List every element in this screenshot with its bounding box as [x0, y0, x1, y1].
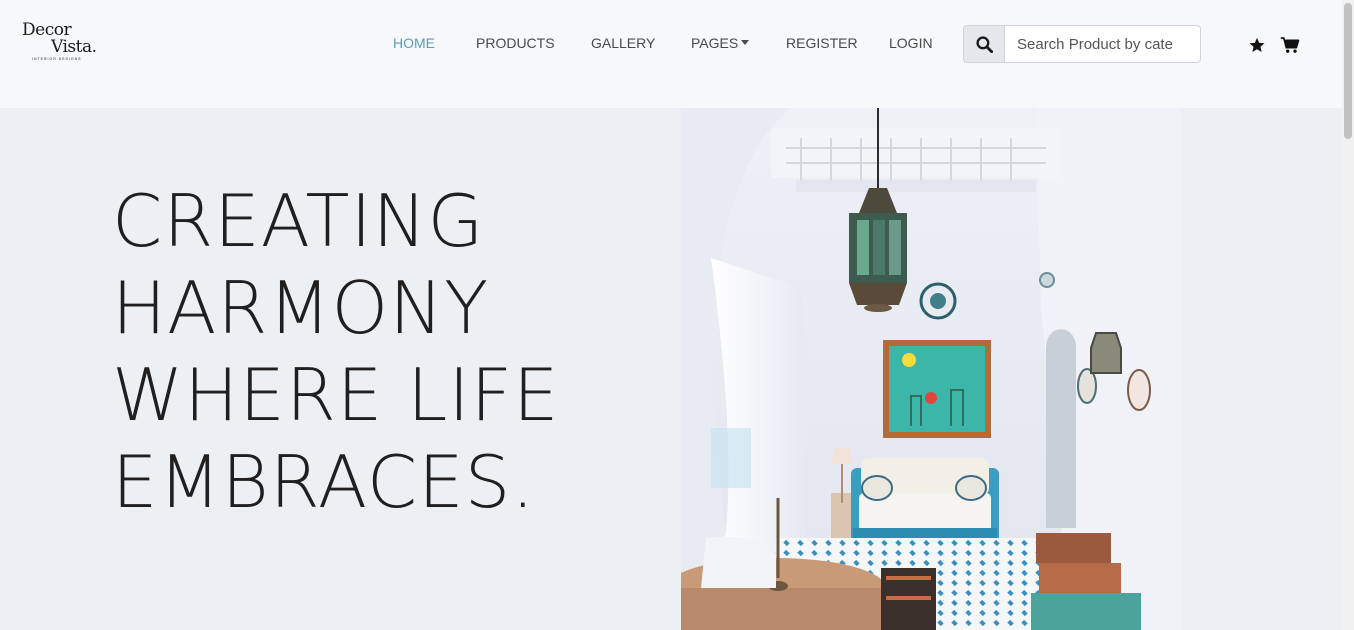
page-scrollbar[interactable] [1342, 0, 1354, 630]
brand-tagline: INTERIOR DESIGNS [32, 57, 82, 61]
search-input[interactable] [1004, 25, 1201, 63]
brand-logo[interactable]: Decor Vista. INTERIOR DESIGNS [22, 20, 102, 66]
hero-title-line: WHERE LIFE [112, 353, 560, 437]
hero-title: CREATING HARMONY WHERE LIFE EMBRACES. [112, 178, 632, 526]
hero-image [681, 108, 1181, 630]
caret-down-icon [741, 39, 750, 45]
hero-title-line: CREATING [112, 179, 485, 263]
nav-pages-dropdown[interactable]: PAGES [691, 35, 750, 51]
hero-title-line: HARMONY [112, 266, 490, 350]
scrollbar-thumb[interactable] [1344, 3, 1352, 139]
brand-line-2: Vista. [51, 37, 97, 57]
cart-icon[interactable] [1280, 36, 1300, 54]
search-button[interactable] [963, 25, 1005, 63]
search-icon [976, 35, 993, 53]
nav-register[interactable]: REGISTER [786, 35, 858, 51]
hero-section: CREATING HARMONY WHERE LIFE EMBRACES. [0, 108, 1342, 630]
star-icon[interactable] [1248, 36, 1266, 54]
nav-pages-label: PAGES [691, 35, 739, 51]
living-room-illustration [681, 108, 1181, 630]
nav-products[interactable]: PRODUCTS [476, 35, 555, 51]
navbar: Decor Vista. INTERIOR DESIGNS HOME PRODU… [0, 0, 1342, 108]
hero-title-line: EMBRACES. [112, 440, 536, 524]
nav-home[interactable]: HOME [393, 35, 435, 51]
nav-login[interactable]: LOGIN [889, 35, 933, 51]
nav-gallery[interactable]: GALLERY [591, 35, 655, 51]
